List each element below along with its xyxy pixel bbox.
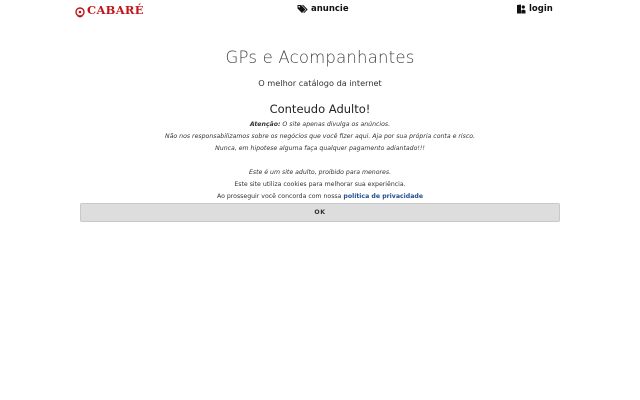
attention-notice: Atenção: O site apenas divulga os anúnci… xyxy=(0,121,640,128)
login-label: login xyxy=(529,4,553,14)
disclaimer-payment: Nunca, em hipotese alguma faça qualquer … xyxy=(215,145,425,152)
header: CABARÉ anuncie login xyxy=(0,0,640,22)
logo-text: CABARÉ xyxy=(87,3,144,17)
login-link[interactable]: login xyxy=(516,3,553,15)
user-door-icon xyxy=(516,4,526,14)
anuncie-link[interactable]: anuncie xyxy=(297,3,349,15)
ok-button[interactable]: OK xyxy=(80,203,560,222)
cabare-logo-icon xyxy=(74,4,86,18)
privacy-policy-link[interactable]: política de privacidade xyxy=(343,193,423,200)
attention-text: O site apenas divulga os anúncios. xyxy=(280,121,391,128)
page-title: GPs e Acompanhantes xyxy=(225,48,415,67)
consent-notice: Ao prosseguir você concorda com nossa po… xyxy=(0,193,640,200)
attention-label: Atenção: xyxy=(249,121,281,128)
logo-link[interactable]: CABARÉ xyxy=(74,3,144,18)
page-subtitle: O melhor catálogo da internet xyxy=(258,78,382,88)
page: CABARÉ anuncie login GPs e Acompanhantes… xyxy=(0,0,640,400)
minors-notice: Este é um site adulto, proibido para men… xyxy=(248,169,392,176)
tags-icon xyxy=(297,4,308,14)
consent-text: Ao prosseguir você concorda com nossa xyxy=(216,193,344,200)
adult-content-heading: Conteudo Adulto! xyxy=(269,102,371,116)
cookies-notice: Este site utiliza cookies para melhorar … xyxy=(234,181,406,188)
disclaimer-responsibility: Não nos responsabilizamos sobre os negóc… xyxy=(164,133,476,140)
anuncie-label: anuncie xyxy=(311,4,349,14)
